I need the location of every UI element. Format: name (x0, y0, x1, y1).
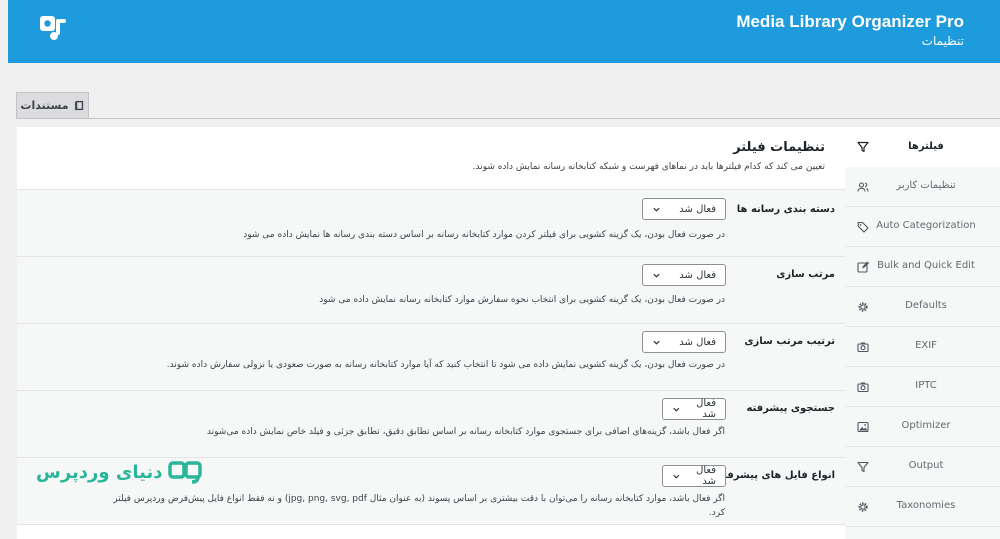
gear-icon (858, 501, 868, 512)
section-description: تعیین می کند که کدام فیلترها باید در نما… (472, 162, 825, 172)
users-icon (857, 181, 869, 192)
watermark-logo-icon (168, 461, 203, 484)
sidebar-item-label: EXIF (915, 340, 937, 352)
sidebar-item-bulk-quick-edit[interactable]: Bulk and Quick Edit (845, 247, 1000, 287)
select-value: فعال شد (696, 465, 716, 487)
chevron-down-icon (653, 207, 660, 212)
sidebar-item-label: Auto Categorization (876, 220, 976, 232)
sidebar-item-iptc[interactable]: IPTC (845, 367, 1000, 407)
setting-label: دسته بندی رسانه ها (736, 204, 835, 215)
sidebar-item-label: فیلترها (908, 140, 944, 152)
setting-label: انواع فایل های پیشرفته (717, 470, 835, 481)
setting-label: مرتب سازی (776, 269, 835, 280)
sorting-select[interactable]: فعال شد (642, 264, 726, 286)
sidebar-item-user-settings[interactable]: تنظیمات کاربر (845, 167, 1000, 207)
sidebar-item-defaults[interactable]: Defaults (845, 287, 1000, 327)
chevron-down-icon (653, 340, 660, 345)
tab-divider (16, 118, 1000, 119)
select-value: فعال شد (696, 398, 716, 420)
tag-icon (857, 221, 869, 233)
setting-description: اگر فعال باشد، موارد کتابخانه رسانه را م… (113, 494, 725, 519)
section-title: تنظیمات فیلتر (733, 140, 825, 155)
setting-row-media-categories: دسته بندی رسانه ها فعال شد در صورت فعال … (17, 189, 845, 256)
filter-icon (857, 141, 869, 153)
page-subtitle: تنظیمات (921, 34, 964, 48)
sidebar-item-label: Output (908, 460, 944, 472)
gear-icon (858, 301, 868, 312)
sidebar-item-label: تنظیمات کاربر (896, 180, 956, 192)
app-header: Media Library Organizer Pro تنظیمات (8, 0, 1000, 63)
edit-icon (857, 261, 869, 273)
media-categories-select[interactable]: فعال شد (642, 198, 726, 220)
setting-description: اگر فعال باشد، گزینه‌های اضافی برای جستج… (206, 427, 725, 437)
camera-icon (857, 382, 869, 392)
camera-icon (857, 342, 869, 352)
select-value: فعال شد (679, 203, 716, 215)
setting-row-sorting: مرتب سازی فعال شد در صورت فعال بودن، یک … (17, 256, 845, 323)
book-icon (74, 100, 83, 111)
setting-row-advanced-search: جستجوی پیشرفته فعال شد اگر فعال باشد، گز… (17, 390, 845, 457)
sidebar-item-filters[interactable]: فیلترها (845, 127, 1000, 167)
documentation-tab[interactable]: مستندات (16, 92, 89, 118)
setting-row-sort-order: ترتیب مرتب سازی فعال شد در صورت فعال بود… (17, 323, 845, 390)
sidebar-item-taxonomies[interactable]: Taxonomies (845, 487, 1000, 527)
sidebar-item-auto-categorization[interactable]: Auto Categorization (845, 207, 1000, 247)
plugin-logo-icon (40, 16, 66, 40)
chevron-down-icon (673, 474, 680, 479)
sidebar-item-label: Taxonomies (896, 500, 956, 512)
sidebar-item-exif[interactable]: EXIF (845, 327, 1000, 367)
sidebar-item-output[interactable]: Output (845, 447, 1000, 487)
setting-label: ترتیب مرتب سازی (744, 336, 835, 347)
select-value: فعال شد (679, 269, 716, 281)
watermark-text: دنیای وردپرس (36, 461, 163, 483)
chevron-down-icon (653, 273, 660, 278)
filter-icon (857, 461, 869, 472)
setting-label: جستجوی پیشرفته (746, 403, 835, 414)
image-icon (857, 421, 869, 432)
site-watermark: دنیای وردپرس (36, 457, 204, 487)
sidebar-item-optimizer[interactable]: Optimizer (845, 407, 1000, 447)
documentation-tab-label: مستندات (20, 99, 69, 112)
advanced-search-select[interactable]: فعال شد (662, 398, 726, 420)
setting-row-partial (17, 524, 845, 539)
settings-sidebar: فیلترها تنظیمات کاربر Auto Categorizatio… (845, 127, 1000, 539)
advanced-file-types-select[interactable]: فعال شد (662, 465, 726, 487)
sidebar-item-label: Defaults (905, 300, 947, 312)
app-title: Media Library Organizer Pro (736, 12, 964, 31)
sidebar-item-label: Optimizer (901, 420, 951, 432)
sort-order-select[interactable]: فعال شد (642, 331, 726, 353)
chevron-down-icon (673, 407, 680, 412)
setting-description: در صورت فعال بودن، یک گزینه کشویی برای ا… (319, 295, 725, 305)
sidebar-item-label: IPTC (915, 380, 937, 392)
setting-description: در صورت فعال بودن، یک گزینه کشویی نمایش … (166, 360, 725, 370)
setting-description: در صورت فعال بودن، یک گزینه کشویی برای ف… (243, 230, 725, 240)
select-value: فعال شد (679, 336, 716, 348)
sidebar-item-label: Bulk and Quick Edit (877, 260, 975, 272)
